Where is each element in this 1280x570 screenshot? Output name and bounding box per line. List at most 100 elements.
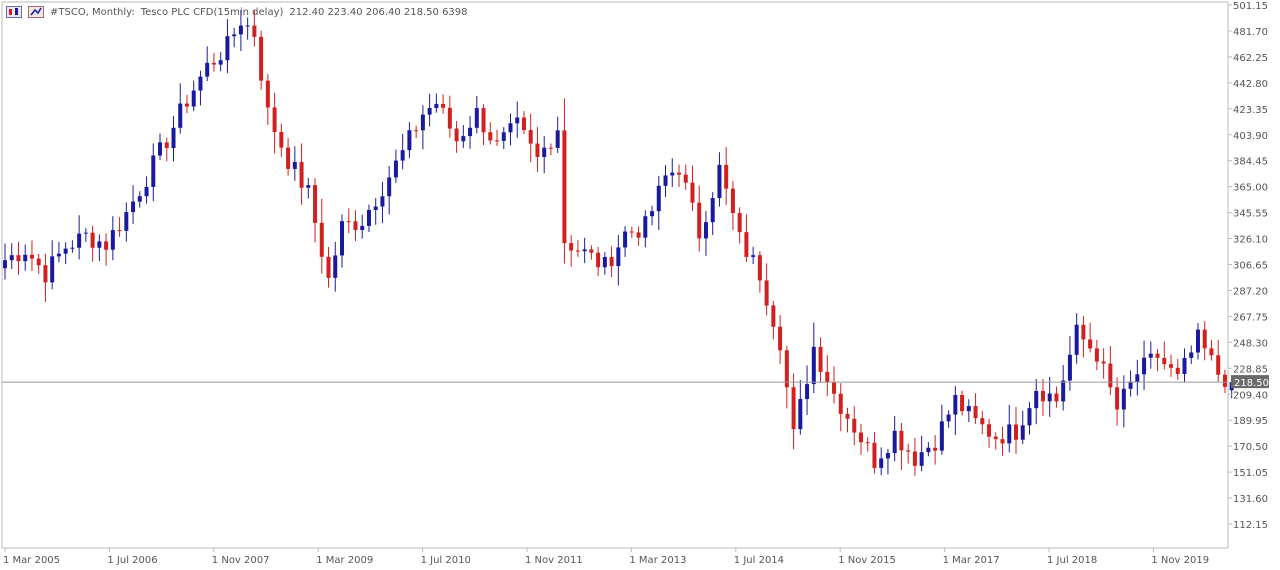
- candle-body: [400, 150, 405, 161]
- candle-body: [104, 241, 109, 250]
- y-tick-label: 403.90: [1233, 131, 1268, 142]
- chart-area[interactable]: #TSCO, Monthly: Tesco PLC CFD(15min dela…: [0, 0, 1280, 570]
- candle-body: [643, 216, 648, 238]
- candle-body: [340, 221, 344, 256]
- candle-body: [353, 221, 358, 230]
- candle-body: [1115, 387, 1120, 410]
- candle-body: [623, 231, 628, 248]
- candle-body: [1182, 357, 1187, 374]
- candle-body: [535, 143, 540, 157]
- candle-body: [656, 185, 661, 212]
- candle-body: [1067, 354, 1072, 381]
- candle-body: [751, 255, 756, 257]
- y-tick-label: 384.45: [1233, 157, 1268, 168]
- x-tick-label: 1 Jul 2010: [421, 555, 471, 566]
- candle-body: [683, 174, 688, 183]
- candle-body: [987, 424, 992, 437]
- candle-body: [858, 432, 863, 443]
- candle-body: [326, 256, 331, 278]
- x-tick-label: 1 Mar 2013: [629, 555, 686, 566]
- candle-body: [650, 211, 655, 217]
- candle-body: [555, 130, 560, 148]
- candle-body: [184, 103, 189, 107]
- candle-body: [1047, 393, 1052, 402]
- x-tick-label: 1 Nov 2007: [212, 555, 270, 566]
- candle-body: [724, 164, 729, 189]
- candle-body: [313, 185, 318, 223]
- candle-body: [286, 147, 291, 169]
- candle-body: [690, 182, 695, 203]
- candle-body: [939, 421, 944, 451]
- x-tick-label: 1 Nov 2011: [525, 555, 583, 566]
- candle-body: [97, 241, 102, 248]
- candle-body: [1088, 339, 1093, 349]
- candle-body: [131, 201, 136, 213]
- y-tick-label: 306.65: [1233, 261, 1268, 272]
- candle-body: [346, 221, 351, 223]
- candle-body: [319, 222, 324, 257]
- price-label-text: 218.50: [1234, 378, 1269, 389]
- candle-body: [1162, 357, 1167, 365]
- candle-body: [1000, 439, 1005, 444]
- candle-body: [1121, 388, 1126, 410]
- candle-body: [616, 247, 621, 267]
- candle-body: [420, 114, 425, 131]
- candle-body: [1135, 374, 1140, 382]
- y-tick-label: 501.15: [1233, 1, 1268, 12]
- candle-body: [407, 130, 412, 151]
- candle-body: [1040, 390, 1045, 402]
- candle-body: [946, 414, 951, 422]
- y-tick-label: 112.15: [1233, 520, 1268, 531]
- candle-body: [23, 254, 28, 262]
- y-tick-label: 442.80: [1233, 79, 1268, 90]
- candle-body: [960, 395, 965, 412]
- candle-body: [521, 117, 526, 131]
- candle-body: [528, 130, 533, 144]
- candle-body: [232, 34, 237, 37]
- candle-body: [865, 442, 870, 444]
- x-tick-label: 1 Jul 2014: [734, 555, 784, 566]
- y-tick-label: 228.85: [1233, 364, 1268, 375]
- candle-body: [306, 185, 311, 188]
- candle-body: [562, 130, 567, 244]
- candle-body: [1074, 324, 1079, 355]
- candle-body: [1189, 352, 1194, 358]
- candle-body: [1209, 348, 1214, 356]
- candle-body: [1108, 363, 1113, 388]
- candle-body: [663, 175, 668, 186]
- candle-body: [1081, 324, 1086, 340]
- candle-body: [29, 254, 34, 259]
- y-tick-label: 248.30: [1233, 338, 1268, 349]
- candle-body: [238, 25, 243, 35]
- y-tick-label: 170.50: [1233, 442, 1268, 453]
- candle-body: [387, 177, 392, 197]
- candle-body: [818, 346, 823, 372]
- candlestick-chart[interactable]: 501.15 481.70 462.25 442.80 423.35 403.90 384.…: [0, 0, 1280, 570]
- candle-body: [879, 458, 884, 468]
- candle-body: [16, 255, 21, 262]
- candle-body: [259, 36, 264, 81]
- candle-body: [468, 127, 473, 137]
- candle-body: [333, 255, 338, 278]
- candle-body: [501, 132, 506, 141]
- candle-body: [825, 371, 830, 383]
- candle-body: [582, 249, 587, 252]
- candle-body: [178, 103, 183, 128]
- candle-body: [191, 90, 196, 107]
- candle-body: [124, 212, 129, 231]
- y-tick-label: 326.10: [1233, 235, 1268, 246]
- candle-body: [569, 243, 574, 251]
- candle-body: [70, 247, 75, 249]
- candle-body: [697, 202, 702, 239]
- x-tick-label: 1 Mar 2009: [316, 555, 373, 566]
- x-tick-label: 1 Jul 2006: [107, 555, 157, 566]
- y-tick-label: 267.75: [1233, 312, 1268, 323]
- candle-body: [495, 140, 500, 142]
- candle-body: [1020, 425, 1025, 440]
- candle-body: [474, 108, 479, 128]
- candle-body: [1216, 355, 1221, 375]
- candle-body: [117, 230, 122, 232]
- y-tick-label: 345.55: [1233, 209, 1268, 220]
- candle-body: [1054, 393, 1059, 402]
- candle-body: [703, 222, 708, 239]
